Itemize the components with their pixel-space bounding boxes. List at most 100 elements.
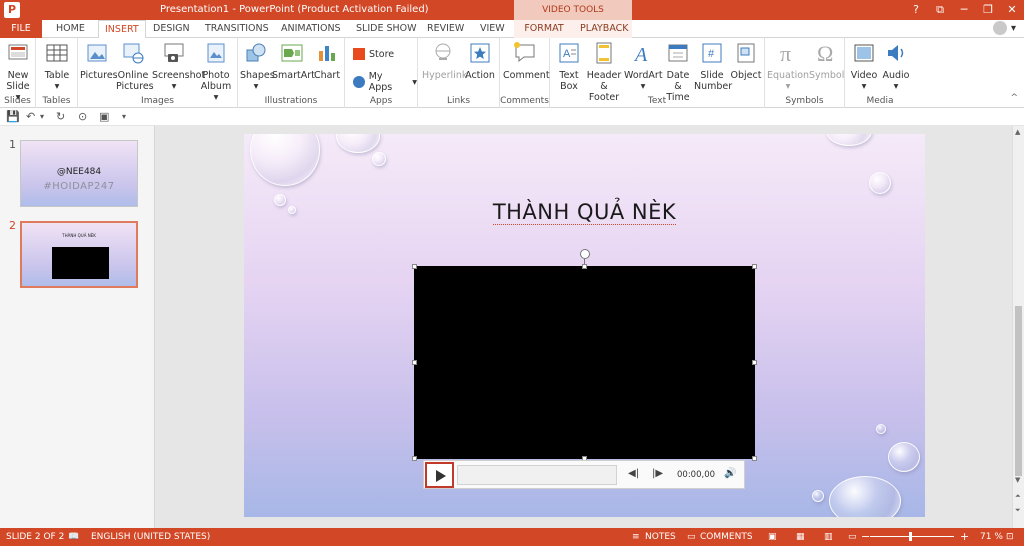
tab-slide-show[interactable]: SLIDE SHOW — [350, 20, 423, 38]
scrollbar-thumb[interactable] — [1015, 306, 1022, 476]
tab-animations[interactable]: ANIMATIONS — [275, 20, 347, 38]
undo-dropdown-icon[interactable]: ▾ — [40, 112, 44, 121]
wordart-icon: A — [633, 44, 648, 66]
slide-number-button[interactable]: # Slide Number — [694, 41, 732, 92]
collapse-ribbon-button[interactable]: ^ — [1010, 93, 1018, 103]
notes-button[interactable]: NOTES — [645, 532, 676, 542]
shapes-button[interactable]: Shapes ▾ — [240, 41, 275, 92]
video-controls: ◀| |▶ 00:00,00 🔊 — [423, 460, 745, 489]
resize-handle-top[interactable] — [582, 264, 587, 269]
volume-icon[interactable]: 🔊 — [724, 468, 736, 479]
slide-title[interactable]: THÀNH QUẢ NÈK — [244, 200, 925, 225]
reading-view-icon[interactable]: ▥ — [824, 532, 833, 542]
audio-button[interactable]: Audio ▾ — [880, 41, 912, 92]
tab-file[interactable]: FILE — [0, 20, 42, 38]
date-time-button[interactable]: Date & Time — [662, 41, 694, 103]
normal-view-icon[interactable]: ▣ — [768, 532, 777, 542]
text-box-button[interactable]: A Text Box — [554, 41, 584, 92]
group-comments: Comment Comments — [500, 38, 550, 108]
video-progress-bar[interactable] — [457, 465, 617, 485]
slide-sorter-view-icon[interactable]: ▦ — [796, 532, 805, 542]
header-footer-button[interactable]: Header & Footer — [584, 41, 624, 103]
my-apps-button[interactable]: My Apps ▾ — [353, 71, 417, 93]
store-button[interactable]: Store — [353, 48, 394, 60]
tab-insert[interactable]: INSERT — [98, 20, 146, 39]
header-footer-icon — [596, 42, 612, 64]
tab-view[interactable]: VIEW — [474, 20, 511, 38]
smartart-button[interactable]: SmartArt — [272, 41, 315, 81]
zoom-in-button[interactable]: + — [960, 530, 969, 543]
video-placeholder[interactable] — [414, 266, 755, 459]
online-pictures-button[interactable]: Online Pictures — [116, 41, 154, 92]
user-account[interactable]: ▾ — [992, 21, 1016, 35]
scroll-up-icon[interactable]: ▲ — [1015, 128, 1020, 136]
group-symbols: π Equation ▾ Ω Symbol Symbols — [765, 38, 845, 108]
customize-qat-icon[interactable]: ▾ — [122, 112, 126, 121]
zoom-out-button[interactable]: − — [861, 530, 870, 543]
tab-review[interactable]: REVIEW — [421, 20, 470, 38]
symbol-button[interactable]: Ω Symbol — [809, 41, 844, 81]
tab-home[interactable]: HOME — [50, 20, 91, 38]
chevron-down-icon: ▾ — [412, 76, 417, 88]
tab-format[interactable]: FORMAT — [514, 20, 574, 38]
calendar-icon — [668, 44, 688, 62]
maximize-icon[interactable]: ❐ — [976, 0, 1000, 20]
undo-icon[interactable]: ↶ — [26, 110, 35, 123]
chart-icon — [319, 46, 335, 61]
object-button[interactable]: Object — [730, 41, 762, 81]
scroll-down-icon[interactable]: ▼ — [1015, 476, 1020, 484]
equation-button[interactable]: π Equation ▾ — [767, 41, 809, 92]
minimize-icon[interactable]: ─ — [952, 0, 976, 20]
zoom-slider[interactable] — [870, 536, 954, 537]
language-status[interactable]: ENGLISH (UNITED STATES) — [91, 532, 210, 542]
resize-handle-top-left[interactable] — [412, 264, 417, 269]
resize-handle-left[interactable] — [412, 360, 417, 365]
slide-show-view-icon[interactable]: ▭ — [848, 532, 857, 542]
wordart-button[interactable]: A WordArt ▾ — [624, 41, 663, 92]
start-from-beginning-icon[interactable]: ⊙ — [78, 110, 87, 123]
slide-thumbnail-2[interactable]: THÀNH QUẢ NÈK — [20, 221, 138, 288]
zoom-level[interactable]: 71 % — [980, 532, 1003, 542]
close-icon[interactable]: ✕ — [1000, 0, 1024, 20]
video-button[interactable]: Video ▾ — [848, 41, 880, 92]
screenshot-button[interactable]: Screenshot ▾ — [152, 41, 205, 92]
skip-back-icon[interactable]: ◀| — [628, 468, 639, 479]
comment-button[interactable]: Comment — [503, 41, 550, 81]
photo-album-button[interactable]: Photo Album ▾ — [198, 41, 234, 103]
previous-slide-icon[interactable]: ⏶ — [1015, 492, 1021, 501]
resize-handle-bottom-left[interactable] — [412, 456, 417, 461]
comments-button[interactable]: COMMENTS — [700, 532, 753, 542]
vertical-scrollbar[interactable]: ▲ ▼ ⏶ ⏷ — [1012, 126, 1024, 528]
tab-playback[interactable]: PLAYBACK — [574, 20, 632, 38]
group-tables: Table ▾ Tables — [36, 38, 78, 108]
table-button[interactable]: Table ▾ — [42, 41, 72, 92]
slide-thumbnail-1[interactable]: @NEE484 #HOIDAP247 — [20, 140, 138, 207]
save-icon[interactable]: 💾 — [6, 110, 20, 123]
redo-icon[interactable]: ↻ — [56, 110, 65, 123]
tab-design[interactable]: DESIGN — [147, 20, 196, 38]
group-slides: New Slide ▾ Slides — [0, 38, 36, 108]
help-icon[interactable]: ? — [904, 0, 928, 20]
resize-handle-top-right[interactable] — [752, 264, 757, 269]
chart-button[interactable]: Chart — [312, 41, 342, 81]
pictures-button[interactable]: Pictures — [80, 41, 118, 81]
skip-forward-icon[interactable]: |▶ — [652, 468, 663, 479]
window-title: Presentation1 - PowerPoint (Product Acti… — [160, 4, 429, 15]
group-illustrations: Shapes ▾ SmartArt Chart Illustrations — [238, 38, 345, 108]
action-button[interactable]: Action — [464, 41, 496, 81]
resize-handle-right[interactable] — [752, 360, 757, 365]
status-bar: SLIDE 2 OF 2 📖 ENGLISH (UNITED STATES) ≡… — [0, 528, 1024, 546]
slideshow-icon[interactable]: ▣ — [99, 110, 109, 123]
spelling-icon[interactable]: 📖 — [68, 532, 79, 542]
window-controls: ? ⧉ ─ ❐ ✕ — [904, 0, 1024, 20]
new-slide-button[interactable]: New Slide ▾ — [3, 41, 33, 103]
play-button[interactable] — [425, 462, 454, 488]
ribbon-display-icon[interactable]: ⧉ — [928, 0, 952, 20]
zoom-slider-knob[interactable] — [909, 532, 912, 541]
rotate-handle[interactable] — [580, 249, 590, 259]
resize-handle-bottom-right[interactable] — [752, 456, 757, 461]
next-slide-icon[interactable]: ⏷ — [1015, 506, 1021, 515]
fit-slide-icon[interactable]: ⊡ — [1006, 532, 1014, 542]
hyperlink-button[interactable]: Hyperlink — [422, 41, 467, 81]
tab-transitions[interactable]: TRANSITIONS — [199, 20, 275, 38]
